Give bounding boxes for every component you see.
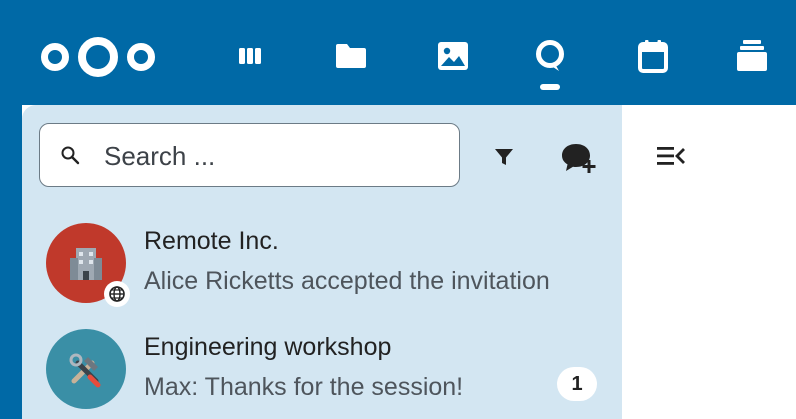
new-conversation-icon[interactable]: [560, 141, 598, 175]
conversation-name: Engineering workshop: [144, 333, 392, 361]
calendar-icon[interactable]: [633, 36, 673, 76]
search-input[interactable]: [102, 136, 446, 176]
conversation-last-message: Alice Ricketts accepted the invitation: [144, 267, 550, 295]
conversation-name: Remote Inc.: [144, 227, 279, 255]
left-edge-strip: [0, 105, 22, 419]
conversation-item[interactable]: Engineering workshop Max: Thanks for the…: [22, 329, 622, 419]
nextcloud-logo[interactable]: [36, 33, 160, 79]
active-app-indicator: [540, 84, 560, 90]
toggle-sidebar-icon[interactable]: [656, 143, 686, 169]
folder-icon[interactable]: [331, 36, 371, 76]
unread-counter-badge: 1: [557, 367, 597, 401]
search-icon: [61, 146, 80, 165]
tools-icon: [69, 353, 101, 388]
globe-icon: [109, 286, 125, 302]
top-navigation-bar: [0, 0, 796, 105]
conversation-last-message: Max: Thanks for the session!: [144, 373, 464, 401]
talk-icon[interactable]: [530, 36, 570, 76]
image-icon[interactable]: [433, 36, 473, 76]
dashboard-icon[interactable]: [230, 36, 270, 76]
federated-badge: [104, 281, 130, 307]
conversation-item[interactable]: Remote Inc. Alice Ricketts accepted the …: [22, 223, 622, 313]
avatar: [46, 329, 126, 409]
filter-icon[interactable]: [492, 145, 516, 169]
building-icon: [70, 248, 102, 280]
stack-icon[interactable]: [732, 36, 772, 76]
search-box[interactable]: [39, 123, 460, 187]
